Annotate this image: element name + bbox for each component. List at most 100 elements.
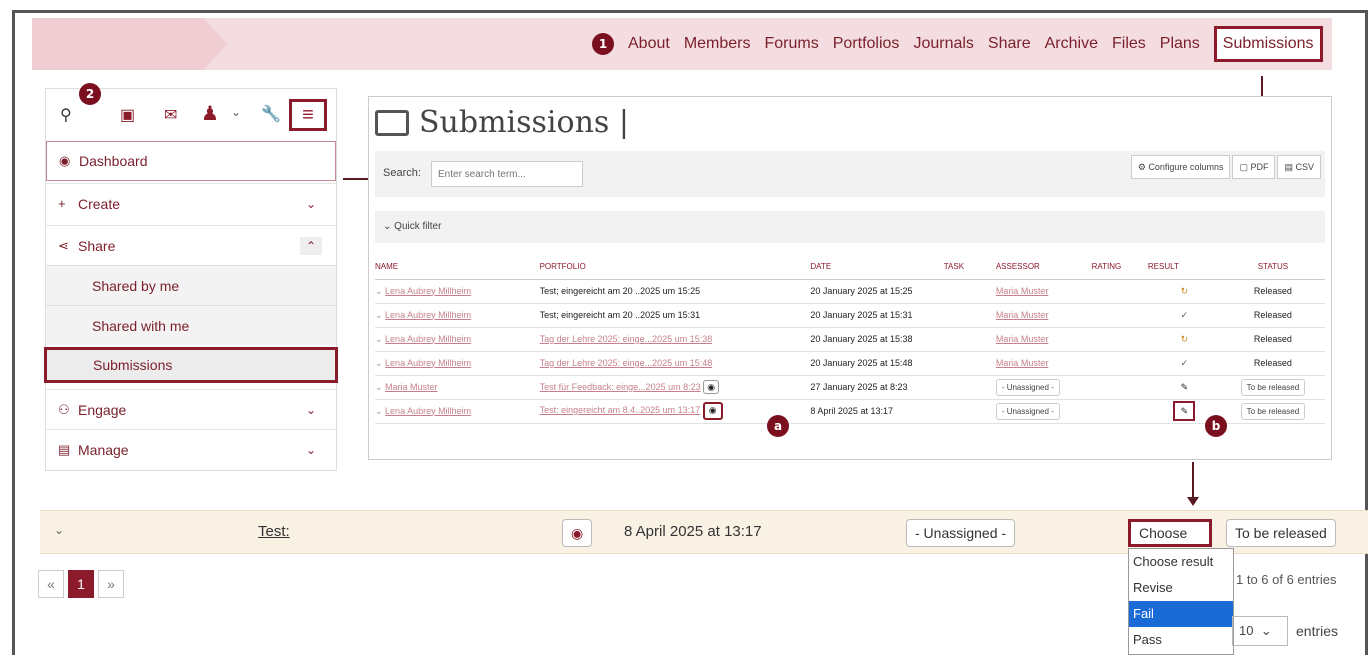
- portfolio-link[interactable]: Test: eingereicht am 8.4..2025 um 13:17: [540, 405, 701, 415]
- hamburger-menu-button[interactable]: ≡: [289, 99, 327, 131]
- portfolio-link[interactable]: Tag der Lehre 2025: einge...2025 um 15:4…: [540, 358, 713, 368]
- assessor-select[interactable]: - Unassigned -: [906, 519, 1016, 547]
- avatar[interactable]: ♟: [201, 101, 219, 126]
- sidebar-item-engage[interactable]: ⚇ Engage ⌄: [46, 389, 336, 429]
- expand-icon[interactable]: ⌄: [375, 286, 385, 296]
- dropdown-option-choose[interactable]: Choose result: [1129, 549, 1233, 575]
- search-input[interactable]: [431, 161, 583, 187]
- result-revise-icon: ↻: [1147, 327, 1221, 352]
- name-link[interactable]: Lena Aubrey Millheim: [385, 310, 471, 320]
- assessor-link[interactable]: Maria Muster: [996, 310, 1049, 320]
- portfolio-link[interactable]: Test:: [258, 523, 290, 540]
- portfolio-link[interactable]: Tag der Lehre 2025: einge...2025 um 15:3…: [540, 334, 713, 344]
- name-link[interactable]: Maria Muster: [385, 382, 438, 392]
- status-button[interactable]: To be released: [1240, 378, 1306, 396]
- assessor-link[interactable]: Maria Muster: [996, 286, 1049, 296]
- nav-portfolios[interactable]: Portfolios: [833, 35, 900, 53]
- name-link[interactable]: Lena Aubrey Millheim: [385, 334, 471, 344]
- column-header-assessor[interactable]: ASSESSOR: [995, 255, 1092, 280]
- expand-icon[interactable]: ⌄: [375, 334, 385, 344]
- page-1-button[interactable]: 1: [68, 570, 94, 598]
- sidebar-subitem-shared-with-me[interactable]: Shared with me: [46, 305, 336, 345]
- expand-icon[interactable]: ⌄: [375, 310, 385, 320]
- date-text: 8 April 2025 at 13:17: [810, 406, 893, 416]
- column-header-date[interactable]: DATE: [810, 255, 944, 280]
- portfolio-link[interactable]: Test für Feedback: einge...2025 um 8:23: [540, 382, 701, 392]
- sidebar-item-dashboard[interactable]: ◉ Dashboard: [46, 141, 336, 181]
- name-link[interactable]: Lena Aubrey Millheim: [385, 286, 471, 296]
- dropdown-option-revise[interactable]: Revise: [1129, 575, 1233, 601]
- nav-files[interactable]: Files: [1112, 35, 1146, 53]
- expand-icon[interactable]: ⌄: [375, 358, 385, 368]
- export-buttons: ⚙ Configure columns ▢ PDF ▤ CSV: [1130, 155, 1321, 179]
- chevron-down-icon: ⌄: [383, 221, 395, 232]
- nav-plans[interactable]: Plans: [1160, 35, 1200, 53]
- eye-icon[interactable]: ◉: [562, 519, 593, 547]
- dropdown-option-pass[interactable]: Pass: [1129, 627, 1233, 653]
- nav-share[interactable]: Share: [988, 35, 1031, 53]
- nav-about[interactable]: About: [628, 35, 670, 53]
- assessor-link[interactable]: Maria Muster: [996, 334, 1049, 344]
- column-header-status[interactable]: STATUS: [1220, 255, 1325, 280]
- dropdown-option-fail[interactable]: Fail: [1129, 601, 1233, 627]
- portfolio-text: Test; eingereicht am 20 ..2025 um 15:31: [539, 310, 701, 320]
- wrench-icon[interactable]: 🔧: [261, 104, 281, 124]
- sidebar-item-create[interactable]: + Create ⌄: [46, 183, 336, 223]
- chevron-down-icon[interactable]: ⌄: [306, 197, 316, 211]
- column-header-name[interactable]: NAME: [375, 255, 540, 280]
- expand-icon[interactable]: ⌄: [54, 523, 64, 537]
- chevron-down-icon[interactable]: ⌄: [306, 443, 316, 457]
- name-link[interactable]: Lena Aubrey Millheim: [385, 358, 471, 368]
- pdf-button[interactable]: ▢ PDF: [1232, 155, 1276, 179]
- nav-journals[interactable]: Journals: [913, 35, 973, 53]
- table-row: ⌄ Lena Aubrey Millheim Test; eingereicht…: [375, 303, 1325, 328]
- per-page-select[interactable]: 10 ⌄: [1232, 616, 1288, 646]
- sidebar-item-manage[interactable]: ▤ Manage ⌄: [46, 429, 336, 469]
- arrow-down-2: [1187, 462, 1199, 506]
- sidebar: ⚲ ▣ ✉ ♟ ⌄ 🔧 ≡ 2 ◉ Dashboard + Create ⌄ ⋖…: [44, 83, 338, 471]
- column-header-portfolio[interactable]: PORTFOLIO: [539, 255, 811, 280]
- chevron-up-icon[interactable]: ⌃: [299, 236, 322, 255]
- assessor-select[interactable]: - Unassigned -: [995, 378, 1060, 396]
- chevron-down-icon[interactable]: ⌄: [231, 105, 241, 119]
- column-header-rating[interactable]: RATING: [1091, 255, 1148, 280]
- assessor-select[interactable]: - Unassigned -: [995, 402, 1060, 420]
- configure-columns-button[interactable]: ⚙ Configure columns: [1130, 155, 1231, 179]
- chevron-down-icon[interactable]: ⌄: [306, 403, 316, 417]
- result-pass-icon: ✓: [1147, 303, 1221, 328]
- nav-archive[interactable]: Archive: [1045, 35, 1098, 53]
- expand-icon[interactable]: ⌄: [375, 382, 385, 392]
- nav-forums[interactable]: Forums: [765, 35, 819, 53]
- result-select[interactable]: Choose: [1128, 519, 1212, 547]
- pencil-icon[interactable]: ✎: [1147, 375, 1221, 400]
- csv-button[interactable]: ▤ CSV: [1277, 155, 1321, 179]
- quick-filter-toggle[interactable]: ⌄ Quick filter: [375, 211, 1325, 243]
- eye-icon[interactable]: ◉: [703, 380, 720, 394]
- language-icon[interactable]: ▣: [120, 105, 135, 125]
- table-row: ⌄ Lena Aubrey Millheim Test; eingereicht…: [375, 279, 1325, 304]
- pencil-icon[interactable]: ✎: [1173, 401, 1196, 421]
- status-button[interactable]: To be released: [1226, 519, 1336, 547]
- table-row: ⌄ Maria Muster Test für Feedback: einge.…: [375, 375, 1325, 400]
- next-page-button[interactable]: »: [98, 570, 124, 598]
- callout-badge-1: 1: [592, 33, 614, 55]
- table-header-row: NAME PORTFOLIO DATE TASK ASSESSOR RATING…: [375, 255, 1325, 280]
- column-header-task[interactable]: TASK: [943, 255, 996, 280]
- prev-page-button[interactable]: «: [38, 570, 64, 598]
- nav-members[interactable]: Members: [684, 35, 751, 53]
- assessor-link[interactable]: Maria Muster: [996, 358, 1049, 368]
- sidebar-item-share[interactable]: ⋖ Share ⌃: [46, 225, 336, 265]
- mail-icon[interactable]: ✉: [164, 105, 177, 125]
- expand-icon[interactable]: ⌄: [375, 406, 385, 416]
- sidebar-subitem-submissions[interactable]: Submissions: [44, 347, 338, 383]
- column-header-result[interactable]: RESULT: [1147, 255, 1221, 280]
- nav-submissions[interactable]: Submissions: [1213, 26, 1323, 62]
- status-button[interactable]: To be released: [1240, 402, 1306, 420]
- sidebar-subitem-shared-by-me[interactable]: Shared by me: [46, 265, 336, 305]
- eye-icon[interactable]: ◉: [702, 402, 723, 420]
- name-link[interactable]: Lena Aubrey Millheim: [385, 406, 471, 416]
- date-text: 8 April 2025 at 13:17: [624, 523, 762, 540]
- configure-label: Configure columns: [1148, 162, 1224, 172]
- search-icon[interactable]: ⚲: [60, 105, 72, 125]
- status-text: Released: [1220, 351, 1325, 376]
